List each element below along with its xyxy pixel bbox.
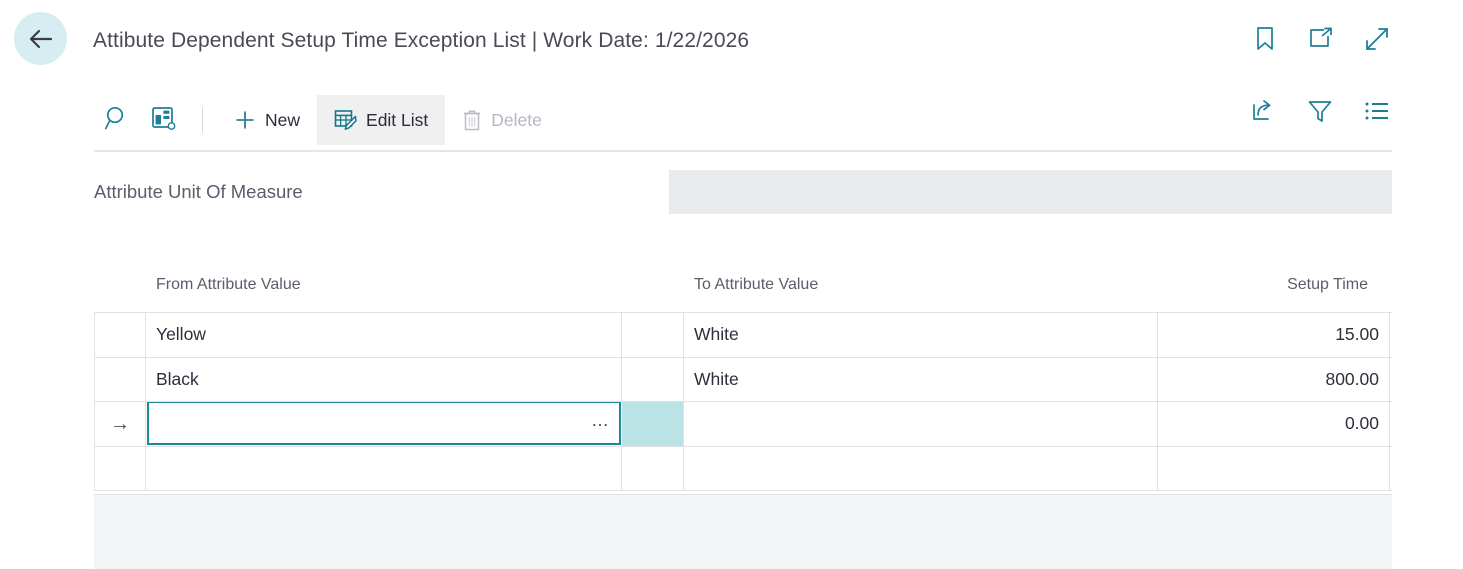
toolbar-divider [202, 107, 203, 133]
cell-from-attribute-value[interactable] [146, 446, 622, 490]
toolbar-right-actions [1248, 96, 1392, 126]
column-header-from-attribute-value[interactable]: From Attribute Value [146, 276, 622, 294]
command-toolbar: New Edit List Delete [94, 95, 1392, 145]
cell-setup-time[interactable] [1158, 446, 1390, 490]
focus-mode-button[interactable] [140, 96, 186, 144]
cell-gap [622, 313, 684, 357]
table-row[interactable] [94, 446, 1392, 491]
bookmark-icon [1255, 26, 1275, 52]
cell-from-attribute-value[interactable]: Black [146, 357, 622, 401]
arrow-left-icon [28, 28, 54, 50]
plus-icon [234, 109, 256, 131]
table-row-selected[interactable]: → … 0.00 [94, 402, 1392, 447]
edit-list-button-label: Edit List [366, 109, 429, 130]
back-button[interactable] [14, 12, 67, 65]
lookup-ellipsis-button[interactable]: … [591, 411, 610, 431]
exception-list-table: From Attribute Value To Attribute Value … [94, 276, 1392, 491]
share-icon [1250, 99, 1276, 123]
edit-list-button[interactable]: Edit List [317, 95, 446, 145]
row-selector[interactable] [94, 357, 146, 401]
search-button[interactable] [94, 96, 140, 144]
cell-gap-highlighted [622, 402, 684, 446]
expand-button[interactable] [1362, 24, 1392, 54]
new-button-label: New [265, 109, 301, 130]
delete-button[interactable]: Delete [445, 95, 559, 145]
table-footer-area [94, 494, 1392, 569]
cell-to-attribute-value[interactable] [684, 446, 1158, 490]
cell-from-attribute-value-editing[interactable]: … [146, 402, 622, 446]
table-row[interactable]: Yellow White 15.00 [94, 313, 1392, 358]
cell-from-attribute-value[interactable]: Yellow [146, 313, 622, 357]
share-button[interactable] [1248, 96, 1278, 126]
open-in-new-window-icon [1308, 27, 1334, 51]
cell-to-attribute-value[interactable]: White [684, 357, 1158, 401]
list-options-button[interactable] [1362, 96, 1392, 126]
cell-gap [622, 357, 684, 401]
cell-to-attribute-value[interactable]: White [684, 313, 1158, 357]
cell-setup-time[interactable]: 0.00 [1158, 402, 1390, 446]
attribute-unit-of-measure-label: Attribute Unit Of Measure [94, 181, 303, 202]
table-body: Yellow White 15.00 Black White 800.00 → … [94, 312, 1392, 491]
page-title: Attibute Dependent Setup Time Exception … [93, 29, 750, 52]
delete-button-label: Delete [491, 109, 542, 130]
page-header: Attibute Dependent Setup Time Exception … [0, 0, 1463, 88]
new-button[interactable]: New [217, 95, 317, 145]
from-attribute-value-edit-box: … [147, 402, 621, 445]
attribute-unit-of-measure-input[interactable] [669, 170, 1392, 214]
cell-setup-time[interactable]: 15.00 [1158, 313, 1390, 357]
row-selector-current[interactable]: → [94, 402, 146, 446]
toolbar-divider-rule [94, 150, 1392, 152]
attribute-unit-of-measure-row: Attribute Unit Of Measure [94, 170, 1392, 218]
cell-setup-time[interactable]: 800.00 [1158, 357, 1390, 401]
from-attribute-value-input[interactable] [149, 403, 589, 443]
page-layout-icon [150, 105, 176, 136]
row-selector[interactable] [94, 446, 146, 490]
search-icon [104, 105, 130, 136]
bookmark-button[interactable] [1250, 24, 1280, 54]
list-options-icon [1364, 100, 1390, 122]
row-selector[interactable] [94, 313, 146, 357]
expand-icon [1364, 26, 1390, 52]
current-row-arrow-icon: → [110, 412, 130, 435]
edit-list-icon [334, 109, 357, 131]
window-actions [1250, 24, 1392, 54]
column-header-setup-time[interactable]: Setup Time [1158, 276, 1390, 294]
table-row[interactable]: Black White 800.00 [94, 357, 1392, 402]
open-in-new-window-button[interactable] [1306, 24, 1336, 54]
column-header-to-attribute-value[interactable]: To Attribute Value [684, 276, 1158, 294]
trash-icon [462, 109, 482, 132]
table-header-row: From Attribute Value To Attribute Value … [94, 276, 1392, 312]
filter-icon [1307, 99, 1333, 124]
filter-button[interactable] [1305, 96, 1335, 126]
cell-gap [622, 446, 684, 490]
cell-to-attribute-value[interactable] [684, 402, 1158, 446]
